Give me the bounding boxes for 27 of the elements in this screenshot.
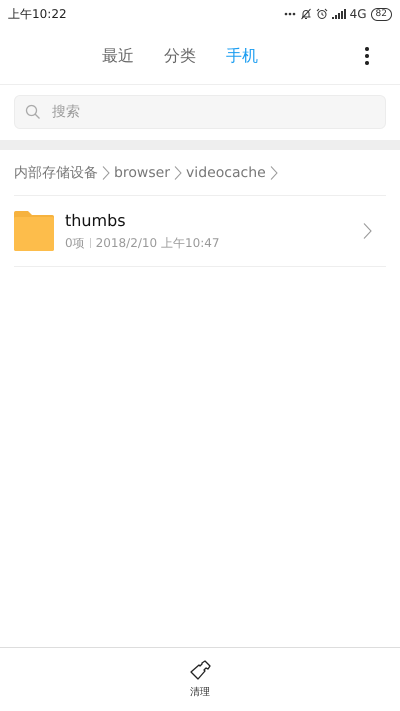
network-label: 4G [350, 7, 367, 21]
tab[interactable]: 最近 [102, 42, 134, 70]
modified-date: 2018/2/10 上午10:47 [96, 234, 220, 252]
tab[interactable]: 分类 [164, 42, 196, 70]
alarm-icon [316, 8, 328, 20]
breadcrumb-item[interactable]: 内部存储设备 [14, 164, 98, 182]
folder-name: thumbs [65, 210, 127, 230]
muted-bell-icon [300, 8, 312, 20]
folder-icon [14, 211, 54, 251]
chevron-right-icon [270, 164, 278, 180]
breadcrumb-item[interactable]: browser [114, 164, 170, 180]
clean-button[interactable]: 清理 [183, 658, 217, 701]
battery-level: 82 [370, 8, 392, 20]
tab[interactable]: 手机 [226, 42, 258, 70]
chevron-right-icon [363, 222, 372, 240]
status-time: 上午10:22 [8, 6, 67, 22]
signal-icon [332, 9, 346, 19]
more-options-icon[interactable] [364, 46, 370, 66]
brush-icon [189, 660, 211, 682]
search-icon [25, 104, 41, 120]
breadcrumb-item[interactable]: videocache [186, 164, 266, 180]
more-dots-icon [284, 12, 296, 16]
chevron-right-icon [102, 164, 110, 180]
folder-row[interactable]: thumbs 0项 2018/2/10 上午10:47 [14, 196, 386, 267]
item-count: 0项 [65, 234, 85, 252]
search-field[interactable]: 搜索 [14, 95, 386, 129]
chevron-right-icon [174, 164, 182, 180]
